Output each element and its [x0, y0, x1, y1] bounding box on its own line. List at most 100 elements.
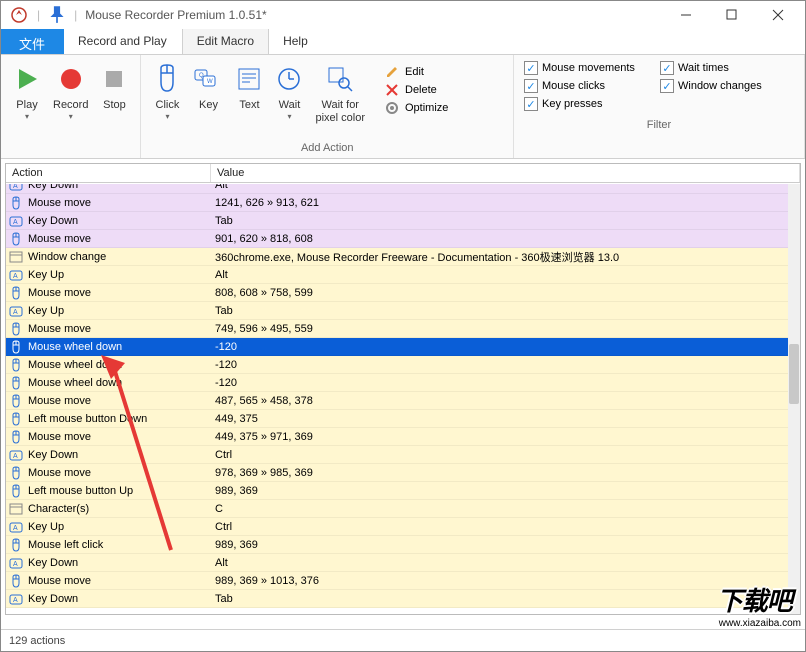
ribbon: Play▾ Record▾ Stop Click▾ QW Key — [1, 55, 805, 159]
row-action-label: Mouse move — [28, 287, 91, 299]
row-action-label: Mouse move — [28, 395, 91, 407]
menu-help[interactable]: Help — [269, 29, 323, 54]
row-value: 989, 369 » 1013, 376 — [211, 575, 788, 587]
table-row[interactable]: Mouse move749, 596 » 495, 559 — [6, 320, 788, 338]
click-button[interactable]: Click▾ — [147, 59, 187, 123]
table-row[interactable]: Mouse wheel down-120 — [6, 338, 788, 356]
table-row[interactable]: Mouse move901, 620 » 818, 608 — [6, 230, 788, 248]
wait-button[interactable]: Wait▾ — [269, 59, 309, 123]
row-value: 989, 369 — [211, 485, 788, 497]
table-row[interactable]: Mouse move 487, 565 » 458, 378 — [6, 392, 788, 410]
table-row[interactable]: AKey UpCtrl — [6, 518, 788, 536]
row-action-label: Mouse move — [28, 233, 91, 245]
row-action-label: Left mouse button Down — [28, 413, 147, 425]
row-value: 749, 596 » 495, 559 — [211, 323, 788, 335]
key-button[interactable]: QW Key — [187, 59, 229, 114]
row-type-icon — [8, 340, 24, 354]
table-row[interactable]: Window change360chrome.exe, Mouse Record… — [6, 248, 788, 266]
row-action-label: Key Up — [28, 521, 64, 533]
maximize-button[interactable] — [709, 1, 755, 29]
row-type-icon: A — [8, 556, 24, 570]
row-value: 449, 375 » 971, 369 — [211, 431, 788, 443]
check-mouse-movements[interactable]: ✓Mouse movements — [524, 61, 644, 75]
row-type-icon — [8, 232, 24, 246]
col-value[interactable]: Value — [211, 164, 800, 182]
delete-action[interactable]: Delete — [385, 83, 448, 97]
window-title: Mouse Recorder Premium 1.0.51* — [85, 8, 266, 22]
table-row[interactable]: AKey DownTab — [6, 590, 788, 608]
stop-button[interactable]: Stop — [94, 59, 134, 114]
row-action-label: Mouse left click — [28, 539, 103, 551]
svg-text:A: A — [13, 184, 18, 190]
svg-text:A: A — [13, 597, 18, 604]
row-action-label: Mouse wheel down — [28, 377, 122, 389]
row-value: 487, 565 » 458, 378 — [211, 395, 788, 407]
table-row[interactable]: Left mouse button Up 989, 369 — [6, 482, 788, 500]
row-value: -120 — [211, 377, 788, 389]
close-button[interactable] — [755, 1, 801, 29]
table-body[interactable]: AKey DownAltMouse move1241, 626 » 913, 6… — [6, 184, 788, 614]
scroll-thumb[interactable] — [789, 344, 799, 404]
row-type-icon — [8, 538, 24, 552]
stop-icon — [102, 61, 126, 97]
edit-action[interactable]: Edit — [385, 65, 448, 79]
row-type-icon — [8, 376, 24, 390]
check-mouse-clicks[interactable]: ✓Mouse clicks — [524, 79, 644, 93]
filter-group-label: Filter — [514, 117, 804, 135]
row-action-label: Left mouse button Up — [28, 485, 133, 497]
table-row[interactable]: Mouse wheel down -120 — [6, 374, 788, 392]
row-value: 1241, 626 » 913, 621 — [211, 197, 788, 209]
row-value: 360chrome.exe, Mouse Recorder Freeware -… — [211, 249, 788, 265]
row-type-icon — [8, 502, 24, 516]
wait-pixel-button[interactable]: Wait for pixel color — [309, 59, 371, 127]
row-action-label: Key Down — [28, 215, 78, 227]
row-type-icon — [8, 286, 24, 300]
row-action-label: Key Down — [28, 184, 78, 191]
keyboard-icon: QW — [193, 61, 223, 97]
row-action-label: Mouse move — [28, 467, 91, 479]
svg-text:A: A — [13, 219, 18, 226]
row-type-icon — [8, 322, 24, 336]
minimize-button[interactable] — [663, 1, 709, 29]
table-row[interactable]: Character(s)C — [6, 500, 788, 518]
menubar: 文件 Record and Play Edit Macro Help — [1, 29, 805, 55]
table-row[interactable]: Mouse move989, 369 » 1013, 376 — [6, 572, 788, 590]
svg-text:A: A — [13, 309, 18, 316]
text-button[interactable]: Text — [229, 59, 269, 114]
row-type-icon: A — [8, 520, 24, 534]
table-row[interactable]: AKey DownAlt — [6, 184, 788, 194]
table-row[interactable]: Mouse move449, 375 » 971, 369 — [6, 428, 788, 446]
row-type-icon: A — [8, 304, 24, 318]
row-value: 978, 369 » 985, 369 — [211, 467, 788, 479]
table-row[interactable]: Mouse wheel down-120 — [6, 356, 788, 374]
check-window-changes[interactable]: ✓Window changes — [660, 79, 780, 93]
scrollbar[interactable] — [788, 184, 800, 614]
check-wait-times[interactable]: ✓Wait times — [660, 61, 780, 75]
table-header: Action Value — [6, 164, 800, 183]
check-key-presses[interactable]: ✓Key presses — [524, 97, 644, 111]
table-row[interactable]: Mouse left click989, 369 — [6, 536, 788, 554]
col-action[interactable]: Action — [6, 164, 211, 182]
table-row[interactable]: AKey UpTab — [6, 302, 788, 320]
row-type-icon: A — [8, 184, 24, 192]
table-row[interactable]: AKey UpAlt — [6, 266, 788, 284]
table-row[interactable]: AKey DownTab — [6, 212, 788, 230]
table-row[interactable]: AKey DownCtrl — [6, 446, 788, 464]
row-value: Alt — [211, 269, 788, 281]
statusbar: 129 actions — [1, 629, 805, 651]
optimize-action[interactable]: Optimize — [385, 101, 448, 115]
table-row[interactable]: AKey DownAlt — [6, 554, 788, 572]
record-button[interactable]: Record▾ — [47, 59, 94, 123]
table-row[interactable]: Left mouse button Down449, 375 — [6, 410, 788, 428]
menu-record-play[interactable]: Record and Play — [64, 29, 182, 54]
menu-file[interactable]: 文件 — [1, 29, 64, 54]
table-row[interactable]: Mouse move 978, 369 » 985, 369 — [6, 464, 788, 482]
row-action-label: Key Down — [28, 593, 78, 605]
play-button[interactable]: Play▾ — [7, 59, 47, 123]
menu-edit-macro[interactable]: Edit Macro — [182, 29, 269, 54]
row-action-label: Mouse move — [28, 197, 91, 209]
table-row[interactable]: Mouse move 1241, 626 » 913, 621 — [6, 194, 788, 212]
row-type-icon: A — [8, 214, 24, 228]
pin-icon[interactable] — [48, 6, 66, 24]
table-row[interactable]: Mouse move808, 608 » 758, 599 — [6, 284, 788, 302]
